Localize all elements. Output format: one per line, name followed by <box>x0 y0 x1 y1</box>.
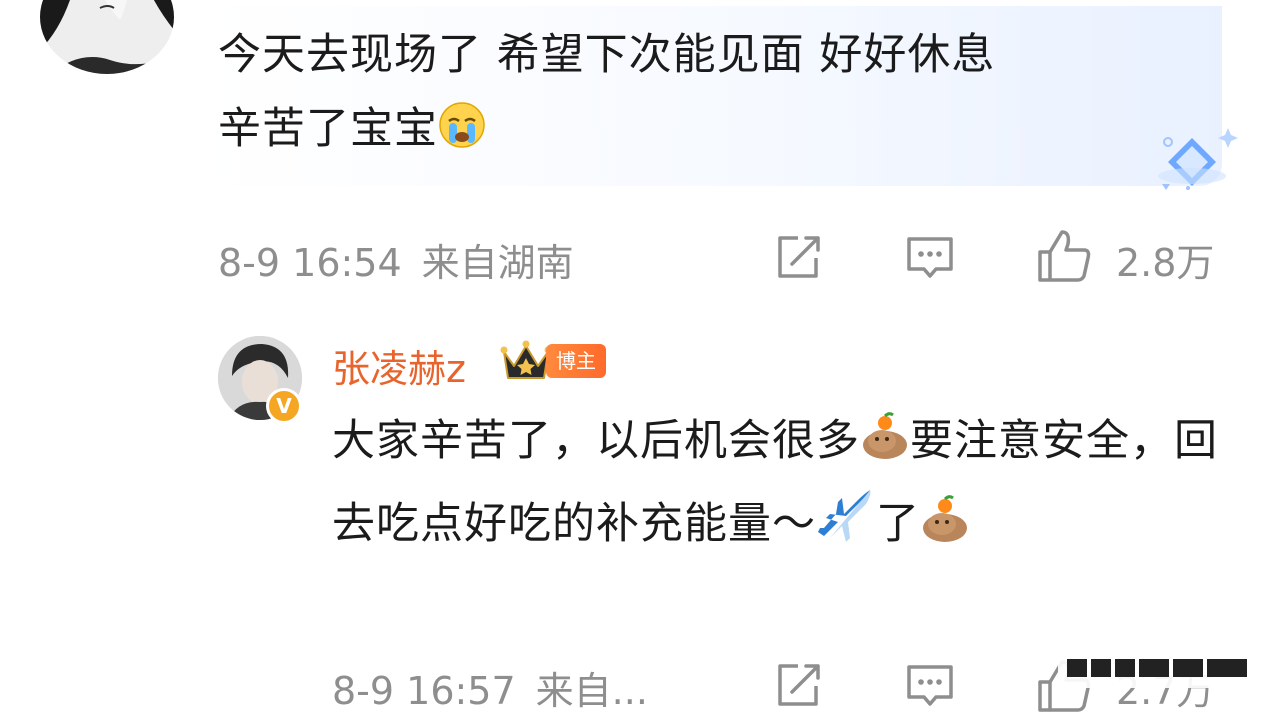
reply-meta: 8-9 16:57 来自... <box>332 660 648 715</box>
watermark <box>1058 648 1258 688</box>
share-icon[interactable] <box>772 660 824 712</box>
airplane-icon <box>816 484 876 567</box>
blogger-badge: 博主 <box>546 344 606 378</box>
crown-icon <box>500 340 552 379</box>
watermark-logo-icon <box>1067 659 1247 677</box>
comment-text: 今天去现场了 希望下次能见面 好好休息 辛苦了宝宝 <box>218 18 1178 172</box>
share-icon[interactable] <box>772 232 824 284</box>
comment-icon[interactable] <box>904 232 956 284</box>
comment-time: 8-9 16:54 <box>218 241 402 285</box>
verified-badge-icon: V <box>266 388 302 424</box>
like-icon[interactable] <box>1034 226 1094 286</box>
comment-like-count: 2.8万 <box>1116 241 1215 285</box>
commenter-avatar[interactable] <box>40 0 174 74</box>
capybara-emoji <box>860 410 910 484</box>
reply-location: 来自... <box>535 669 648 713</box>
reply-text: 大家辛苦了，以后机会很多 要注意安全，回去吃点好吃的补充能量～ 了 <box>332 404 1232 567</box>
comment-meta: 8-9 16:54 来自湖南 <box>218 232 574 287</box>
comment-text-line1: 今天去现场了 希望下次能见面 好好休息 <box>218 30 996 80</box>
crying-face-emoji <box>438 98 486 172</box>
reply-time: 8-9 16:57 <box>332 669 516 713</box>
reply-text-part3: 了 <box>876 499 920 549</box>
comment-location: 来自湖南 <box>421 241 574 285</box>
comment-text-line2: 辛苦了宝宝 <box>218 104 438 154</box>
comment-icon[interactable] <box>904 660 956 712</box>
capybara-emoji <box>920 493 970 567</box>
reply-username[interactable]: 张凌赫z <box>332 338 466 393</box>
reply-text-part1: 大家辛苦了，以后机会很多 <box>332 416 860 466</box>
